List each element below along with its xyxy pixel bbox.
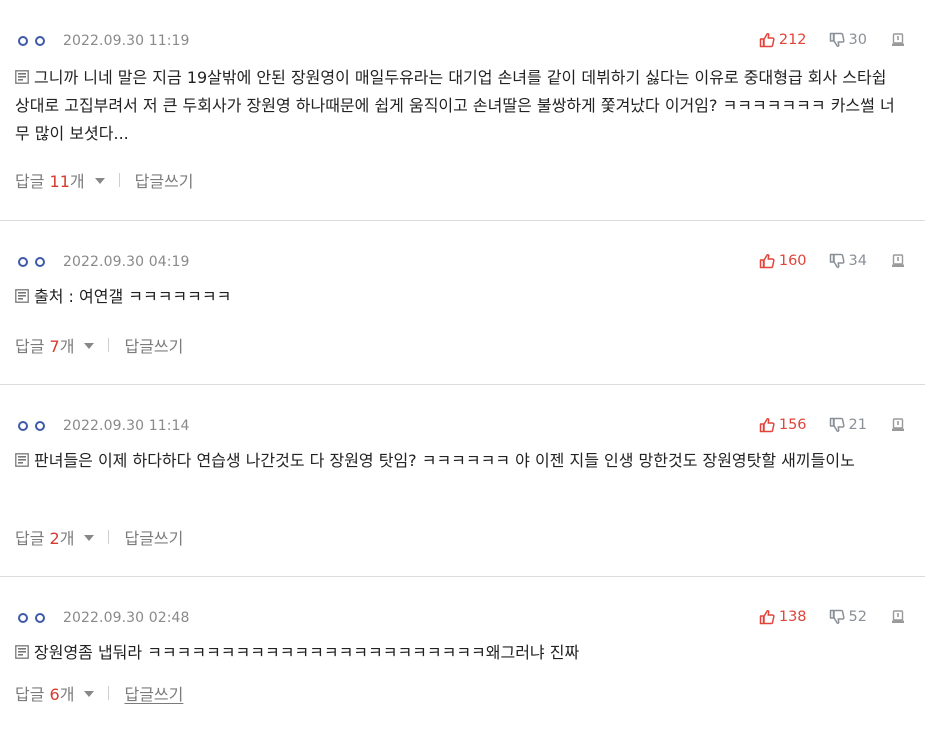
report-icon [892, 418, 904, 431]
reply-unit: 개 [59, 685, 75, 704]
user-dots-icon[interactable] [18, 257, 45, 267]
downvote-count: 21 [848, 417, 867, 433]
report-button[interactable] [891, 610, 905, 624]
comment-body: 판녀들은 이제 하다하다 연습생 나간것도 다 장원영 탓임? ㅋㅋㅋㅋㅋㅋ 야… [15, 447, 905, 475]
reply-unit: 개 [59, 529, 75, 548]
vote-group: 212 30 [759, 30, 905, 50]
comment-date: 2022.09.30 11:14 [63, 418, 190, 434]
thumbs-up-icon [759, 254, 775, 269]
divider [108, 338, 110, 352]
memo-icon [15, 289, 29, 303]
thumbs-up-icon [759, 610, 775, 625]
comment-meta: 2022.09.30 11:14 [18, 417, 190, 435]
thumbs-down-icon [829, 417, 845, 432]
comment-body: 그니까 니네 말은 지금 19살밖에 안된 장원영이 매일두유라는 대기업 손녀… [15, 64, 905, 148]
comment-body: 장원영좀 냅둬라 ㅋㅋㅋㅋㅋㅋㅋㅋㅋㅋㅋㅋㅋㅋㅋㅋㅋㅋㅋㅋㅋㅋㅋ왜그러냐 진짜 [15, 639, 905, 667]
reply-unit: 개 [69, 172, 85, 191]
upvote-count: 212 [778, 32, 807, 48]
reply-label: 답글 [15, 529, 45, 548]
comment-item: 2022.09.30 11:14 156 21 판녀들은 이제 하다하다 연습생… [0, 385, 925, 576]
comment-text: 그니까 니네 말은 지금 19살밖에 안된 장원영이 매일두유라는 대기업 손녀… [15, 68, 895, 143]
chevron-down-icon[interactable] [84, 535, 95, 541]
write-reply-button[interactable]: 답글쓰기 [124, 333, 183, 357]
reply-count: 7 [49, 337, 60, 356]
report-icon [892, 254, 904, 267]
chevron-down-icon[interactable] [84, 691, 95, 697]
user-dots-icon[interactable] [18, 36, 45, 46]
comment-meta: 2022.09.30 11:19 [18, 32, 190, 50]
thumbs-down-icon [829, 609, 845, 624]
upvote-count: 160 [778, 253, 807, 269]
upvote-button[interactable]: 138 [759, 609, 807, 625]
downvote-button[interactable]: 52 [829, 609, 867, 625]
downvote-button[interactable]: 30 [829, 32, 867, 48]
thumbs-down-icon [829, 32, 845, 47]
memo-icon [15, 645, 29, 659]
comment-meta: 2022.09.30 04:19 [18, 253, 190, 271]
downvote-button[interactable]: 34 [829, 253, 867, 269]
comment-actions: 답글 6개 답글쓰기 [15, 681, 183, 705]
memo-icon [15, 70, 29, 84]
divider [118, 173, 120, 187]
report-icon [892, 610, 904, 623]
comment-text: 장원영좀 냅둬라 ㅋㅋㅋㅋㅋㅋㅋㅋㅋㅋㅋㅋㅋㅋㅋㅋㅋㅋㅋㅋㅋㅋㅋ왜그러냐 진짜 [34, 643, 580, 662]
chevron-down-icon[interactable] [84, 343, 95, 349]
comment-item: 2022.09.30 02:48 138 52 장원영좀 냅둬라 ㅋㅋㅋㅋㅋㅋㅋ… [0, 577, 925, 732]
upvote-count: 138 [778, 609, 807, 625]
vote-group: 138 52 [759, 607, 905, 627]
user-dots-icon[interactable] [18, 421, 45, 431]
comment-actions: 답글 2개 답글쓰기 [15, 525, 183, 549]
comment-actions: 답글 7개 답글쓰기 [15, 333, 183, 357]
comment-item: 2022.09.30 04:19 160 34 출처 : 여연갤 ㅋㅋㅋㅋㅋㅋㅋ… [0, 221, 925, 384]
divider [108, 686, 110, 700]
comment-date: 2022.09.30 02:48 [63, 610, 190, 626]
reply-toggle[interactable]: 답글 6개 [15, 681, 74, 705]
write-reply-button[interactable]: 답글쓰기 [135, 168, 194, 192]
reply-count: 11 [49, 172, 70, 191]
reply-count: 2 [49, 529, 60, 548]
thumbs-up-icon [759, 418, 775, 433]
thumbs-up-icon [759, 33, 775, 48]
reply-label: 답글 [15, 172, 45, 191]
write-reply-button[interactable]: 답글쓰기 [124, 525, 183, 549]
comment-body: 출처 : 여연갤 ㅋㅋㅋㅋㅋㅋㅋ [15, 283, 905, 311]
comment-date: 2022.09.30 11:19 [63, 33, 190, 49]
downvote-count: 52 [848, 609, 867, 625]
reply-label: 답글 [15, 685, 45, 704]
comment-date: 2022.09.30 04:19 [63, 254, 190, 270]
thumbs-down-icon [829, 253, 845, 268]
reply-toggle[interactable]: 답글 7개 [15, 333, 74, 357]
downvote-count: 34 [848, 253, 867, 269]
upvote-button[interactable]: 156 [759, 417, 807, 433]
write-reply-button[interactable]: 답글쓰기 [124, 681, 183, 705]
report-icon [892, 33, 904, 46]
upvote-count: 156 [778, 417, 807, 433]
upvote-button[interactable]: 212 [759, 32, 807, 48]
comment-item: 2022.09.30 11:19 212 30 그니까 니네 말은 지금 19살… [0, 0, 925, 220]
user-dots-icon[interactable] [18, 613, 45, 623]
divider [108, 530, 110, 544]
comment-actions: 답글 11개 답글쓰기 [15, 168, 194, 192]
vote-group: 156 21 [759, 415, 905, 435]
report-button[interactable] [891, 33, 905, 47]
downvote-button[interactable]: 21 [829, 417, 867, 433]
report-button[interactable] [891, 418, 905, 432]
report-button[interactable] [891, 254, 905, 268]
vote-group: 160 34 [759, 251, 905, 271]
chevron-down-icon[interactable] [94, 178, 105, 184]
reply-toggle[interactable]: 답글 2개 [15, 525, 74, 549]
comment-text: 판녀들은 이제 하다하다 연습생 나간것도 다 장원영 탓임? ㅋㅋㅋㅋㅋㅋ 야… [34, 451, 855, 470]
reply-count: 6 [49, 685, 60, 704]
comment-meta: 2022.09.30 02:48 [18, 609, 190, 627]
downvote-count: 30 [848, 32, 867, 48]
comment-text: 출처 : 여연갤 ㅋㅋㅋㅋㅋㅋㅋ [34, 287, 232, 306]
reply-toggle[interactable]: 답글 11개 [15, 168, 85, 192]
reply-unit: 개 [59, 337, 75, 356]
reply-label: 답글 [15, 337, 45, 356]
memo-icon [15, 453, 29, 467]
upvote-button[interactable]: 160 [759, 253, 807, 269]
